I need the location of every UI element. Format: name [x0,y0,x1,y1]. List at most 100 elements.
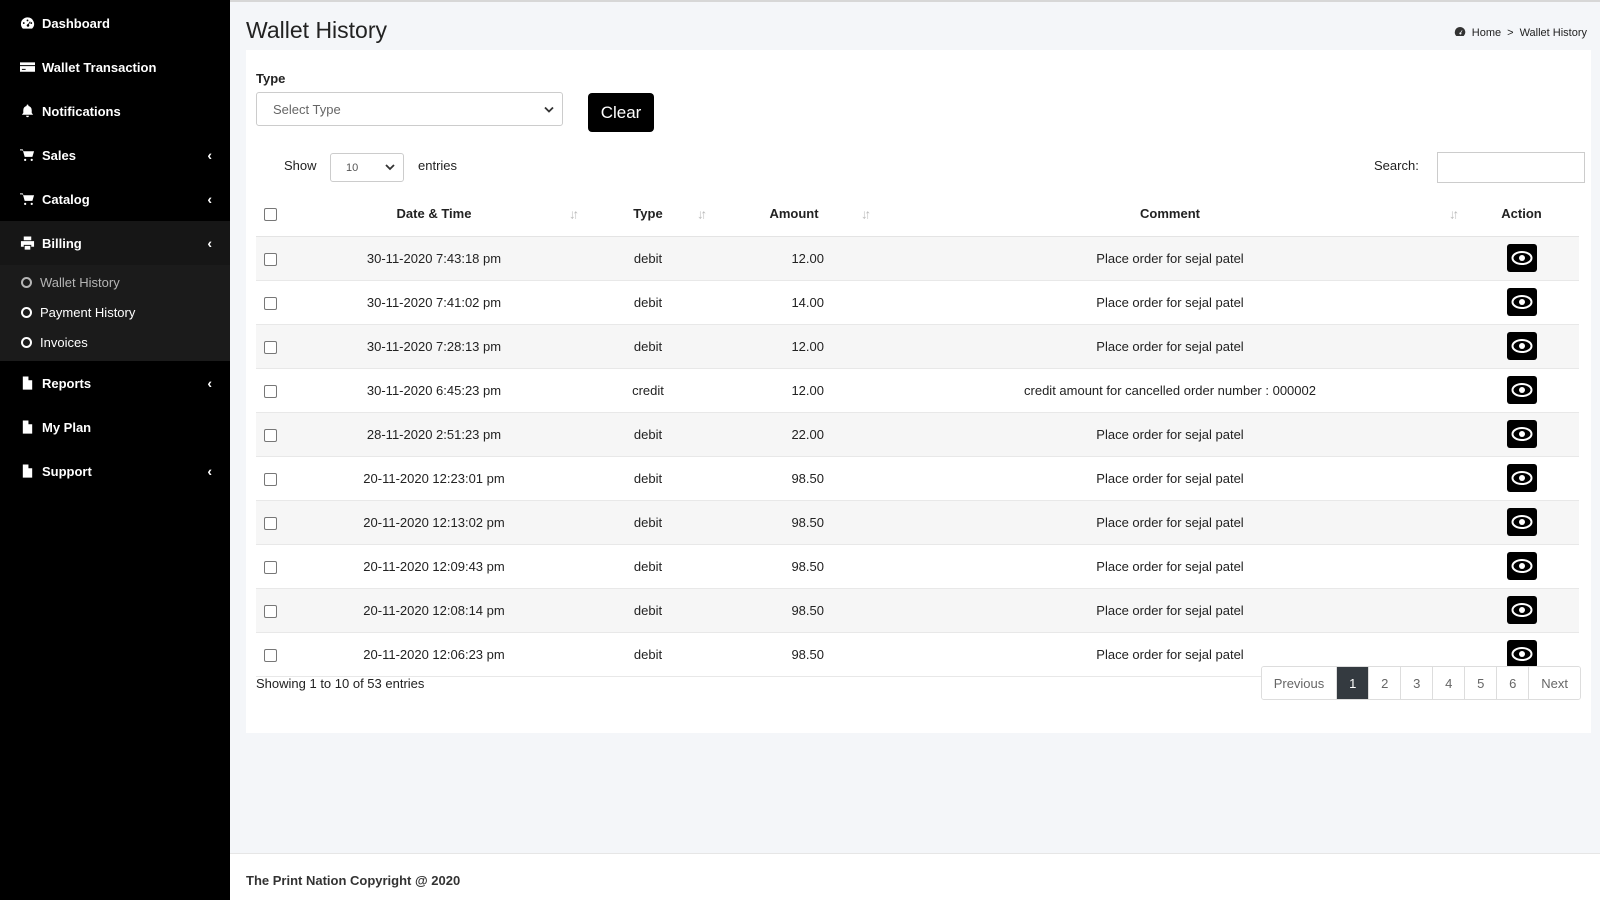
sidebar-subitem-label: Invoices [40,334,88,350]
table-row: 30-11-2020 7:41:02 pm debit 14.00 Place … [256,280,1579,325]
cell-datetime: 20-11-2020 12:23:01 pm [284,456,584,501]
row-checkbox[interactable] [263,516,277,530]
row-checkbox[interactable] [263,648,277,662]
view-button[interactable] [1506,376,1537,404]
cell-datetime: 20-11-2020 12:06:23 pm [284,632,584,677]
row-checkbox[interactable] [263,428,277,442]
eye-icon [1511,339,1532,353]
row-checkbox[interactable] [263,252,277,266]
main-content: Wallet History Home > Wallet History Typ… [230,0,1600,900]
row-checkbox[interactable] [263,296,277,310]
cell-comment: credit amount for cancelled order number… [876,368,1464,413]
cell-datetime: 28-11-2020 2:51:23 pm [284,412,584,457]
sidebar-item-label: Support [42,463,92,479]
dashboard-icon [18,16,36,30]
sidebar-subitem-invoices[interactable]: Invoices [0,327,230,357]
row-checkbox[interactable] [263,604,277,618]
cell-comment: Place order for sejal patel [876,412,1464,457]
cell-amount: 12.00 [712,324,876,369]
pagination-page-2[interactable]: 2 [1368,667,1401,699]
eye-icon [1511,427,1532,441]
cell-type: debit [584,544,712,589]
pagination-page-6[interactable]: 6 [1496,667,1529,699]
view-button[interactable] [1506,420,1537,448]
view-button[interactable] [1506,596,1537,624]
sidebar-subitem-wallet-history[interactable]: Wallet History [0,267,230,297]
cell-comment: Place order for sejal patel [876,500,1464,545]
type-select[interactable]: Select Type [256,92,563,126]
sidebar-subitem-label: Payment History [40,304,136,320]
table-row: 20-11-2020 12:09:43 pm debit 98.50 Place… [256,544,1579,589]
pagination-next[interactable]: Next [1528,667,1580,699]
chevron-left-icon: ‹ [207,147,212,163]
pagination-previous[interactable]: Previous [1261,667,1337,699]
breadcrumb-separator: > [1507,27,1514,39]
cell-amount: 22.00 [712,412,876,457]
row-checkbox[interactable] [263,384,277,398]
cell-type: debit [584,500,712,545]
chevron-left-icon: ‹ [207,235,212,251]
search-input[interactable] [1437,152,1585,183]
view-button[interactable] [1506,244,1537,272]
pagination-page-5[interactable]: 5 [1464,667,1497,699]
cell-comment: Place order for sejal patel [876,544,1464,589]
row-checkbox[interactable] [263,472,277,486]
column-header-type[interactable]: Type ↓↑ [584,192,712,237]
pagination-page-3[interactable]: 3 [1400,667,1433,699]
top-divider [230,0,1600,2]
sidebar-item-sales[interactable]: Sales ‹ [0,133,230,177]
view-button[interactable] [1506,640,1537,668]
printer-icon [18,236,36,250]
sidebar-item-my-plan[interactable]: My Plan [0,405,230,449]
footer: The Print Nation Copyright @ 2020 [230,853,1600,900]
view-button[interactable] [1506,464,1537,492]
view-button[interactable] [1506,332,1537,360]
sidebar-item-dashboard[interactable]: Dashboard [0,1,230,45]
row-checkbox-cell [256,544,284,589]
table-row: 28-11-2020 2:51:23 pm debit 22.00 Place … [256,412,1579,457]
cell-datetime: 20-11-2020 12:09:43 pm [284,544,584,589]
row-checkbox-cell [256,324,284,369]
row-checkbox[interactable] [263,340,277,354]
file-icon [18,420,36,434]
breadcrumb-home[interactable]: Home [1472,27,1501,39]
chevron-down-icon [544,102,554,117]
column-header-comment[interactable]: Comment ↓↑ [876,192,1464,237]
table-info: Showing 1 to 10 of 53 entries [256,676,425,691]
column-header-amount[interactable]: Amount ↓↑ [712,192,876,237]
view-button[interactable] [1506,508,1537,536]
sidebar-item-wallet-transaction[interactable]: Wallet Transaction [0,45,230,89]
view-button[interactable] [1506,552,1537,580]
row-checkbox-cell [256,632,284,677]
pagination-page-4[interactable]: 4 [1432,667,1465,699]
cell-amount: 98.50 [712,500,876,545]
table-row: 30-11-2020 7:28:13 pm debit 12.00 Place … [256,324,1579,369]
column-header-datetime[interactable]: Date & Time ↓↑ [284,192,584,237]
sidebar-subitem-payment-history[interactable]: Payment History [0,297,230,327]
clear-button[interactable]: Clear [588,93,654,132]
cell-type: debit [584,412,712,457]
cell-amount: 14.00 [712,280,876,325]
select-all-checkbox[interactable] [263,208,277,222]
view-button[interactable] [1506,288,1537,316]
cell-action [1464,412,1579,457]
row-checkbox[interactable] [263,560,277,574]
sidebar-item-notifications[interactable]: Notifications [0,89,230,133]
sidebar-item-reports[interactable]: Reports ‹ [0,361,230,405]
cell-type: debit [584,632,712,677]
circle-icon [21,276,32,288]
cell-action [1464,236,1579,281]
billing-submenu: Wallet History Payment History Invoices [0,265,230,361]
page-length-select[interactable]: 10 [330,153,404,182]
pagination-page-1[interactable]: 1 [1336,667,1369,699]
row-checkbox-cell [256,412,284,457]
sidebar-item-support[interactable]: Support ‹ [0,449,230,493]
table-row: 20-11-2020 12:08:14 pm debit 98.50 Place… [256,588,1579,633]
cell-action [1464,280,1579,325]
cell-amount: 98.50 [712,632,876,677]
sidebar-item-catalog[interactable]: Catalog ‹ [0,177,230,221]
cell-action [1464,324,1579,369]
cell-amount: 98.50 [712,588,876,633]
sidebar-item-billing[interactable]: Billing ‹ [0,221,230,265]
sidebar-item-label: Billing [42,235,82,251]
